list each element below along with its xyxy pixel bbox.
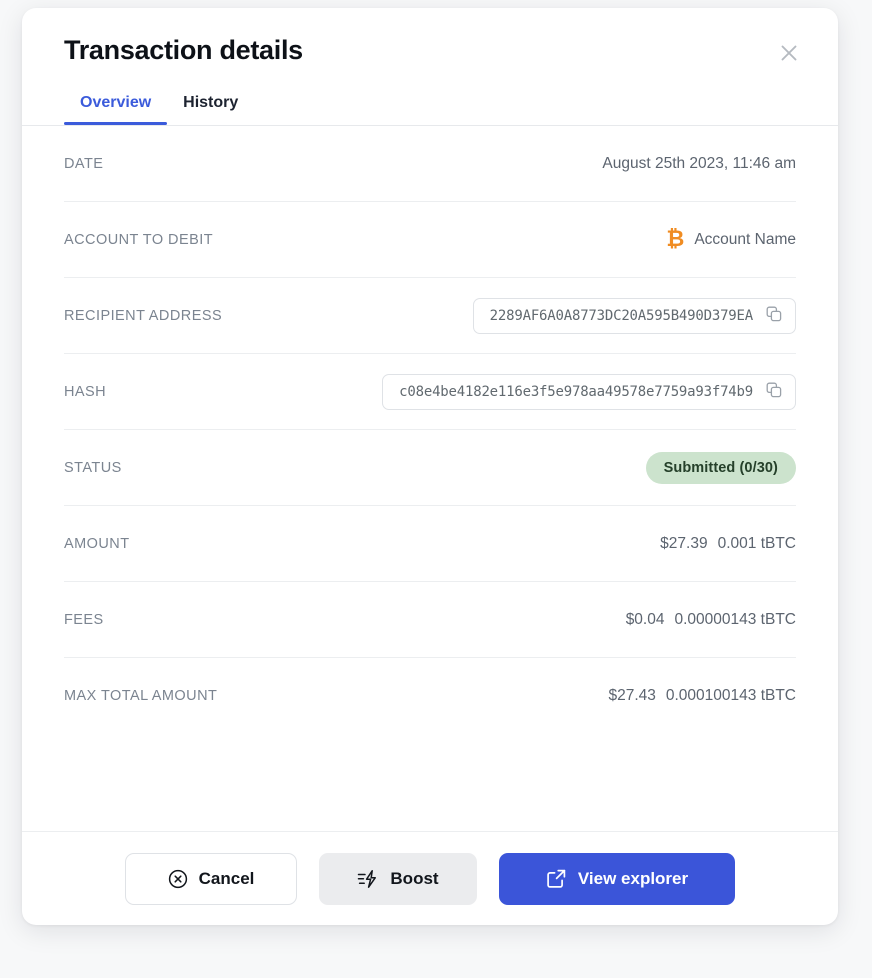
bitcoin-icon: ₿ bbox=[666, 226, 685, 252]
amount-crypto: 0.001 tBTC bbox=[717, 534, 796, 552]
boost-button-label: Boost bbox=[390, 868, 439, 888]
close-button[interactable] bbox=[774, 38, 804, 68]
view-explorer-button[interactable]: View explorer bbox=[499, 852, 735, 905]
row-account-to-debit: ACCOUNT TO DEBIT ₿ Account Name bbox=[64, 202, 796, 278]
row-fees: FEES $0.04 0.00000143 tBTC bbox=[64, 582, 796, 658]
max-total-fiat: $27.43 bbox=[608, 686, 656, 704]
tab-history[interactable]: History bbox=[167, 94, 254, 125]
title-row: Transaction details bbox=[64, 35, 804, 68]
tab-bar: Overview History bbox=[64, 94, 804, 125]
cancel-circle-icon bbox=[168, 869, 188, 889]
row-value-recipient: 2289AF6A0A8773DC20A595B490D379EA bbox=[472, 297, 796, 334]
modal-header: Transaction details Overview History bbox=[22, 8, 838, 125]
row-amount: AMOUNT $27.39 0.001 tBTC bbox=[64, 506, 796, 582]
hash-field[interactable]: c08e4be4182e116e3f5e978aa49578e7759a93f7… bbox=[382, 373, 796, 410]
status-badge: Submitted (0/30) bbox=[645, 451, 796, 484]
row-value-amount: $27.39 0.001 tBTC bbox=[660, 535, 796, 553]
row-value-fees: $0.04 0.00000143 tBTC bbox=[626, 611, 796, 629]
row-value-status: Submitted (0/30) bbox=[645, 451, 796, 484]
fees-crypto: 0.00000143 tBTC bbox=[674, 610, 796, 628]
account-name: Account Name bbox=[694, 230, 796, 248]
external-link-icon bbox=[546, 868, 567, 889]
modal-footer: Cancel Boost View explorer bbox=[22, 831, 838, 925]
copy-icon bbox=[766, 306, 782, 325]
cancel-button-label: Cancel bbox=[198, 868, 255, 888]
copy-recipient-button[interactable] bbox=[765, 306, 783, 325]
row-label-hash: HASH bbox=[64, 383, 107, 400]
transaction-details-modal: Transaction details Overview History DAT… bbox=[22, 8, 838, 925]
cancel-button[interactable]: Cancel bbox=[125, 852, 297, 905]
recipient-address-field[interactable]: 2289AF6A0A8773DC20A595B490D379EA bbox=[472, 297, 796, 334]
boost-icon bbox=[357, 869, 379, 889]
row-label-max-total: MAX TOTAL AMOUNT bbox=[64, 687, 218, 704]
details-list: DATE August 25th 2023, 11:46 am ACCOUNT … bbox=[22, 126, 838, 831]
row-label-recipient: RECIPIENT ADDRESS bbox=[64, 307, 223, 324]
row-label-status: STATUS bbox=[64, 459, 122, 476]
row-label-account: ACCOUNT TO DEBIT bbox=[64, 231, 213, 248]
copy-icon bbox=[766, 382, 782, 401]
row-date: DATE August 25th 2023, 11:46 am bbox=[64, 126, 796, 202]
row-label-amount: AMOUNT bbox=[64, 535, 130, 552]
row-value-account: ₿ Account Name bbox=[666, 226, 796, 252]
row-label-date: DATE bbox=[64, 155, 104, 172]
view-explorer-button-label: View explorer bbox=[577, 868, 689, 888]
amount-fiat: $27.39 bbox=[660, 534, 708, 552]
hash-text: c08e4be4182e116e3f5e978aa49578e7759a93f7… bbox=[399, 383, 753, 400]
max-total-crypto: 0.000100143 tBTC bbox=[665, 686, 796, 704]
row-max-total-amount: MAX TOTAL AMOUNT $27.43 0.000100143 tBTC bbox=[64, 658, 796, 733]
row-value-max-total: $27.43 0.000100143 tBTC bbox=[608, 687, 796, 705]
page-title: Transaction details bbox=[64, 35, 303, 65]
fees-fiat: $0.04 bbox=[625, 610, 665, 628]
row-value-date: August 25th 2023, 11:46 am bbox=[602, 154, 796, 172]
row-value-hash: c08e4be4182e116e3f5e978aa49578e7759a93f7… bbox=[382, 373, 796, 410]
row-label-fees: FEES bbox=[64, 611, 104, 628]
boost-button[interactable]: Boost bbox=[319, 852, 477, 905]
copy-hash-button[interactable] bbox=[765, 382, 783, 401]
close-icon bbox=[778, 42, 800, 64]
row-hash: HASH c08e4be4182e116e3f5e978aa49578e7759… bbox=[64, 354, 796, 430]
recipient-address-text: 2289AF6A0A8773DC20A595B490D379EA bbox=[489, 307, 753, 324]
row-recipient-address: RECIPIENT ADDRESS 2289AF6A0A8773DC20A595… bbox=[64, 278, 796, 354]
tab-overview[interactable]: Overview bbox=[64, 94, 168, 125]
row-status: STATUS Submitted (0/30) bbox=[64, 430, 796, 506]
